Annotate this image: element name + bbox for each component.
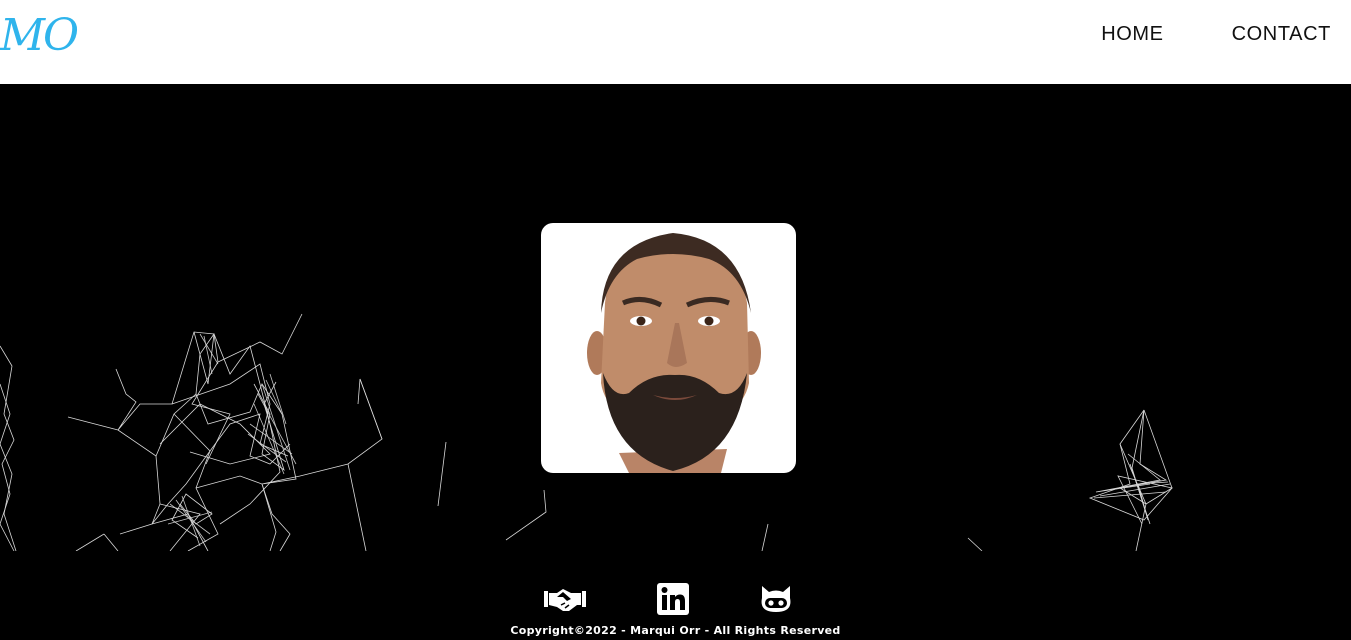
github-icon[interactable] xyxy=(753,581,799,617)
site-logo[interactable]: MO xyxy=(0,10,79,62)
profile-portrait xyxy=(541,223,796,473)
hero-section xyxy=(0,84,1351,551)
linkedin-icon[interactable] xyxy=(650,581,696,617)
nav-home-link[interactable]: HOME xyxy=(1101,22,1163,46)
site-footer: Copyright©2022 - Marqui Orr - All Rights… xyxy=(0,551,1351,640)
handshake-icon[interactable] xyxy=(542,581,588,617)
social-links xyxy=(0,581,1351,617)
nav-contact-link[interactable]: CONTACT xyxy=(1232,22,1331,46)
main-nav: HOME CONTACT xyxy=(1101,22,1331,46)
site-header: MO HOME CONTACT xyxy=(0,0,1351,84)
copyright-text: Copyright©2022 - Marqui Orr - All Rights… xyxy=(510,624,841,637)
portrait-image xyxy=(587,233,761,473)
